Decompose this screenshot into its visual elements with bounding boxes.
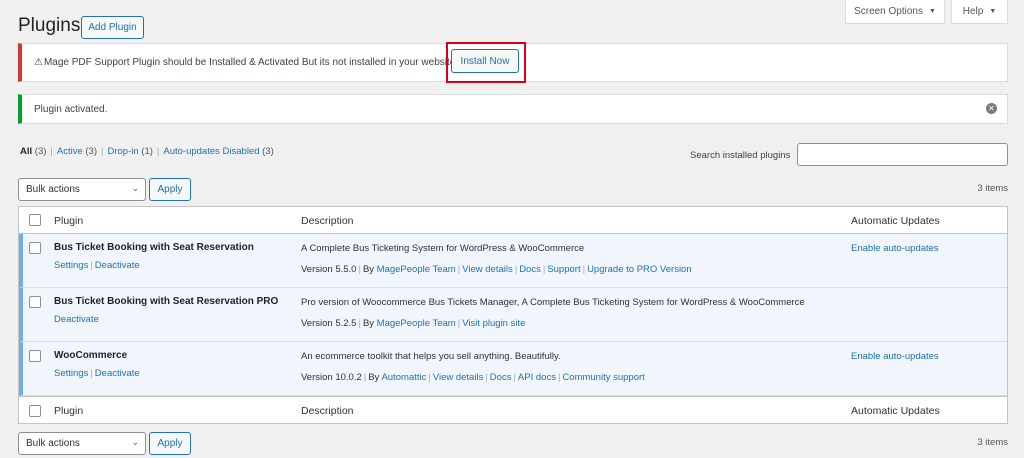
filter-auto-updates-disabled[interactable]: Auto-updates Disabled (3) — [163, 146, 273, 157]
docs-link[interactable]: Docs — [519, 264, 541, 275]
column-description: Description — [301, 405, 354, 417]
plugin-description: An ecommerce toolkit that helps you sell… — [301, 351, 561, 362]
community-support-link[interactable]: Community support — [562, 372, 644, 383]
warning-icon: ⚠ — [34, 57, 43, 68]
column-automatic-updates: Automatic Updates — [851, 215, 940, 227]
add-plugin-button[interactable]: Add Plugin — [81, 16, 144, 39]
select-all-checkbox[interactable] — [29, 214, 41, 226]
settings-link[interactable]: Settings — [54, 368, 88, 379]
enable-auto-updates-link[interactable]: Enable auto-updates — [851, 243, 939, 254]
apply-button-bottom[interactable]: Apply — [149, 432, 191, 455]
plugin-actions: Settings | Deactivate — [54, 260, 140, 271]
upgrade-pro-link[interactable]: Upgrade to PRO Version — [587, 264, 692, 275]
items-count-bottom: 3 items — [977, 437, 1008, 448]
success-notice-text: Plugin activated. — [34, 104, 108, 115]
plugin-description: Pro version of Woocommerce Bus Tickets M… — [301, 297, 805, 308]
bulk-actions-select-bottom[interactable]: Bulk actions ⌄ — [18, 432, 146, 455]
success-notice: Plugin activated. ✕ — [18, 94, 1008, 124]
help-label: Help — [962, 6, 984, 17]
screen-options-label: Screen Options — [854, 6, 923, 17]
bulk-actions-select[interactable]: Bulk actions ⌄ — [18, 178, 146, 201]
caret-down-icon: ▼ — [989, 8, 997, 15]
deactivate-link[interactable]: Deactivate — [95, 368, 140, 379]
docs-link[interactable]: Docs — [490, 372, 512, 383]
plugin-description: A Complete Bus Ticketing System for Word… — [301, 243, 585, 254]
author-link[interactable]: MagePeople Team — [377, 318, 456, 329]
deactivate-link[interactable]: Deactivate — [54, 314, 99, 325]
support-link[interactable]: Support — [547, 264, 580, 275]
column-plugin[interactable]: Plugin — [54, 215, 83, 227]
plugin-meta: Version 5.5.0 | By MagePeople Team | View de… — [301, 264, 692, 275]
select-all-checkbox[interactable] — [29, 405, 41, 417]
visit-plugin-site-link[interactable]: Visit plugin site — [462, 318, 525, 329]
row-checkbox[interactable] — [29, 350, 41, 362]
page-title: Plugins — [18, 15, 81, 36]
filter-all[interactable]: All (3) — [20, 146, 46, 157]
table-row: Bus Ticket Booking with Seat Reservation… — [19, 234, 1007, 288]
deactivate-link[interactable]: Deactivate — [95, 260, 140, 271]
plugin-name: WooCommerce — [54, 350, 128, 361]
column-plugin[interactable]: Plugin — [54, 405, 83, 417]
error-notice: ⚠Mage PDF Support Plugin should be Insta… — [18, 42, 1008, 83]
view-details-link[interactable]: View details — [433, 372, 484, 383]
plugins-table: Plugin Description Automatic Updates Bus… — [18, 206, 1008, 424]
row-checkbox[interactable] — [29, 242, 41, 254]
column-automatic-updates: Automatic Updates — [851, 405, 940, 417]
author-link[interactable]: Automattic — [381, 372, 426, 383]
apply-button[interactable]: Apply — [149, 178, 191, 201]
screen-options-button[interactable]: Screen Options ▼ — [845, 0, 945, 24]
api-docs-link[interactable]: API docs — [518, 372, 556, 383]
chevron-down-icon: ⌄ — [131, 437, 139, 447]
chevron-down-icon: ⌄ — [131, 183, 139, 193]
caret-down-icon: ▼ — [929, 8, 936, 15]
enable-auto-updates-link[interactable]: Enable auto-updates — [851, 351, 939, 362]
plugin-actions: Settings | Deactivate — [54, 368, 140, 379]
help-button[interactable]: Help ▼ — [951, 0, 1008, 24]
view-details-link[interactable]: View details — [462, 264, 513, 275]
table-row: WooCommerce Settings | Deactivate An ecomm… — [19, 342, 1007, 396]
filter-drop-in[interactable]: Drop-in (1) — [107, 146, 152, 157]
column-description: Description — [301, 215, 354, 227]
plugin-actions: Deactivate — [54, 314, 99, 325]
search-label: Search installed plugins — [690, 150, 791, 161]
author-link[interactable]: MagePeople Team — [377, 264, 456, 275]
plugin-filters: All (3) | Active (3) | Drop-in (1) | Auto-upda… — [20, 146, 274, 157]
row-checkbox[interactable] — [29, 296, 41, 308]
search-input[interactable] — [797, 143, 1008, 166]
plugin-name: Bus Ticket Booking with Seat Reservation… — [54, 296, 279, 307]
dismiss-icon[interactable]: ✕ — [986, 103, 997, 114]
table-footer: Plugin Description Automatic Updates — [19, 396, 1007, 423]
table-header: Plugin Description Automatic Updates — [19, 207, 1007, 234]
items-count: 3 items — [977, 183, 1008, 194]
install-now-button[interactable]: Install Now — [451, 49, 519, 73]
plugin-meta: Version 10.0.2 | By Automattic | View detail… — [301, 372, 645, 383]
error-notice-text: ⚠Mage PDF Support Plugin should be Insta… — [34, 57, 456, 68]
filter-active[interactable]: Active (3) — [57, 146, 97, 157]
table-row: Bus Ticket Booking with Seat Reservation… — [19, 288, 1007, 342]
plugin-meta: Version 5.2.5 | By MagePeople Team | Visit p… — [301, 318, 526, 329]
plugin-name: Bus Ticket Booking with Seat Reservation — [54, 242, 254, 253]
settings-link[interactable]: Settings — [54, 260, 88, 271]
